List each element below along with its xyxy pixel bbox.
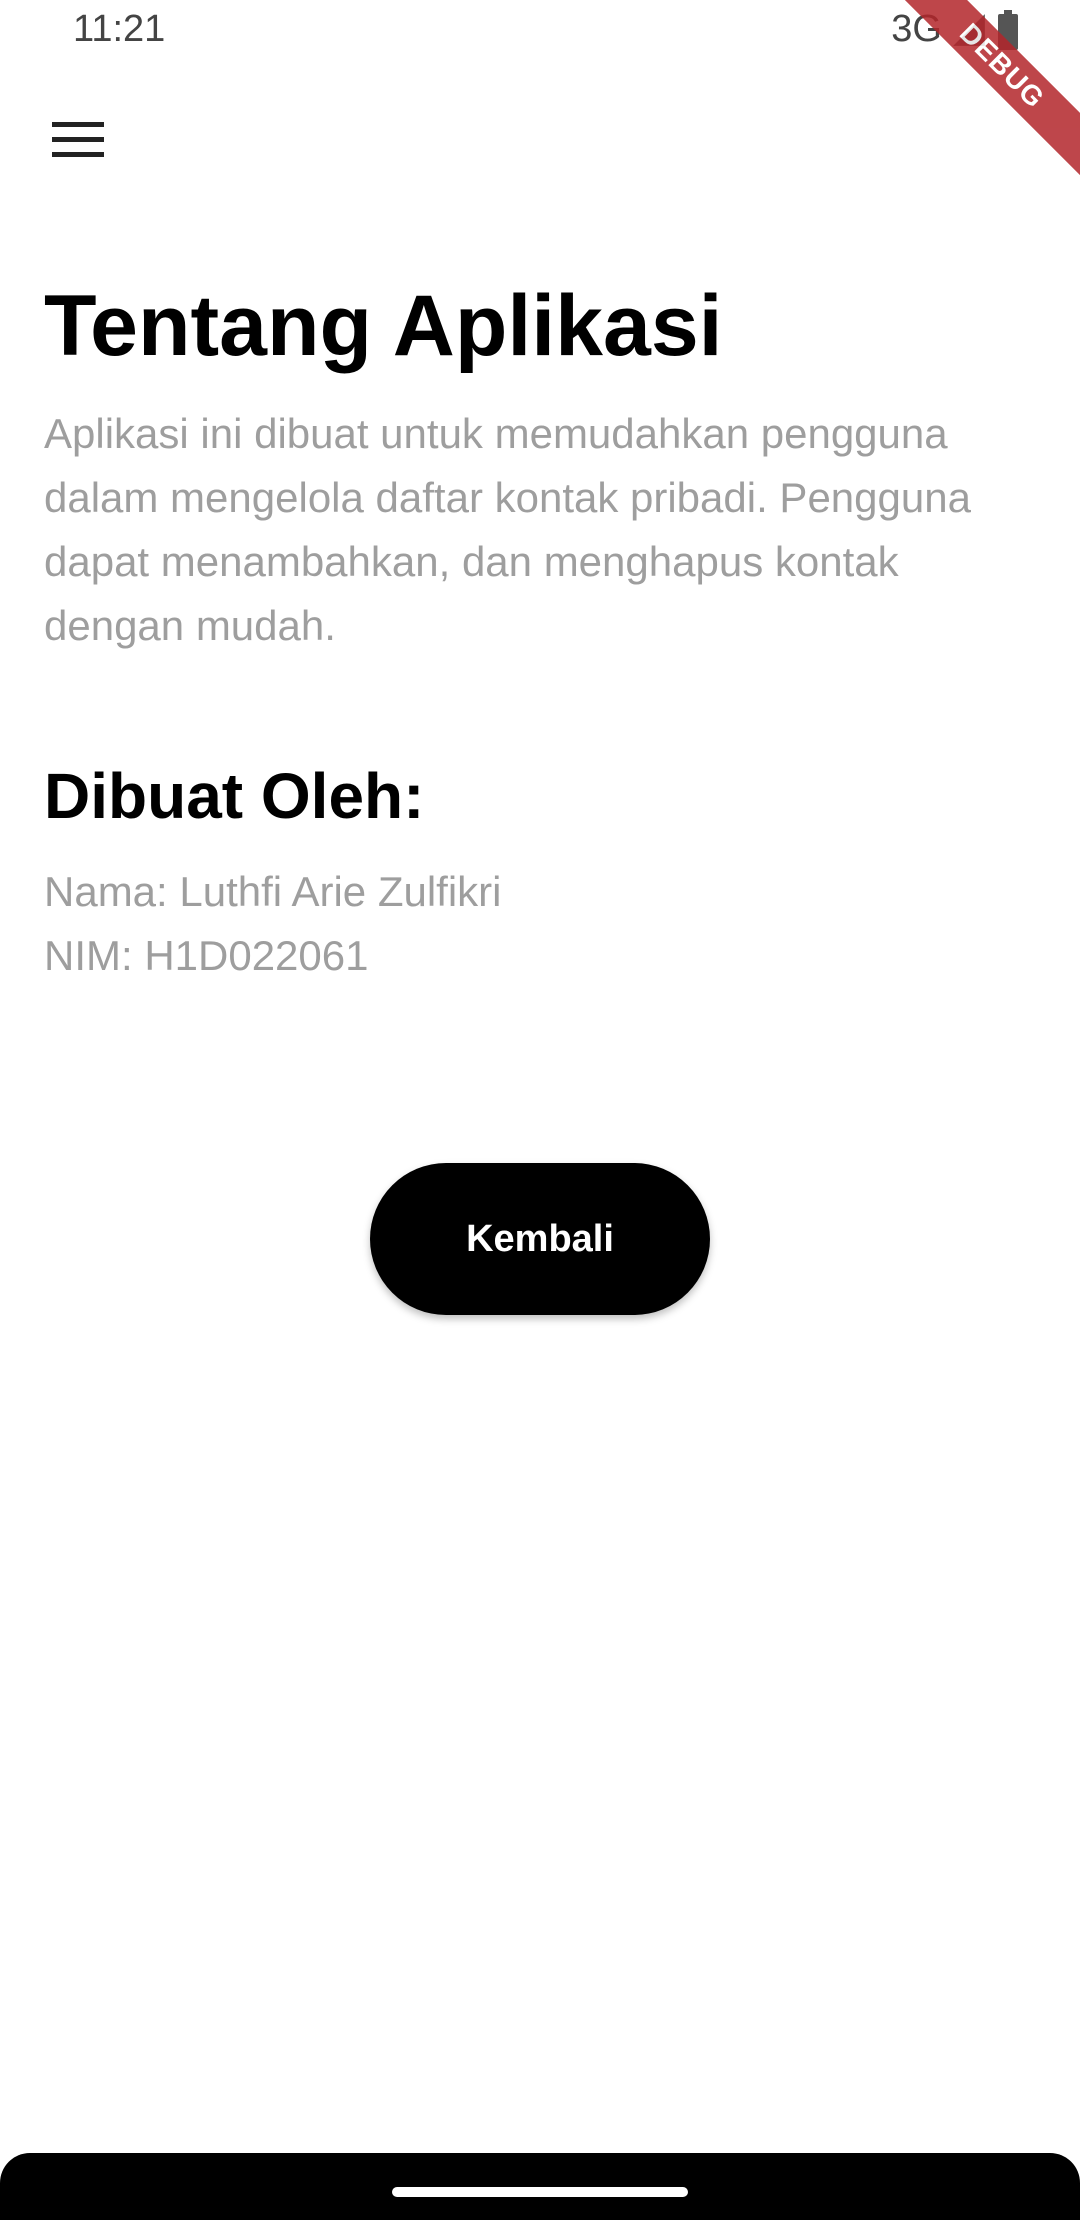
app-description: Aplikasi ini dibuat untuk memudahkan pen… — [44, 410, 971, 649]
system-nav-bar — [0, 2153, 1080, 2220]
author-name: Nama: Luthfi Arie Zulfikri — [44, 868, 502, 915]
author-heading: Dibuat Oleh: — [44, 760, 425, 832]
back-button[interactable]: Kembali — [370, 1163, 710, 1315]
home-indicator[interactable] — [392, 2187, 688, 2197]
about-content: Tentang Aplikasi Aplikasi ini dibuat unt… — [44, 270, 1044, 988]
status-indicators: 3G — [891, 8, 1020, 51]
about-screen: 11:21 3G DEBUG Tentang Aplikasi Aplikasi… — [0, 0, 1080, 2220]
menu-icon — [52, 121, 104, 163]
author-nim: NIM: H1D022061 — [44, 932, 369, 979]
status-time: 11:21 — [73, 8, 166, 50]
signal-icon — [950, 11, 988, 49]
status-bar: 11:21 3G — [0, 0, 1080, 64]
menu-button[interactable] — [28, 100, 128, 184]
author-info: Nama: Luthfi Arie Zulfikri NIM: H1D02206… — [44, 860, 1044, 988]
page-title: Tentang Aplikasi — [44, 278, 723, 374]
network-type: 3G — [891, 8, 942, 50]
battery-icon — [996, 9, 1020, 50]
